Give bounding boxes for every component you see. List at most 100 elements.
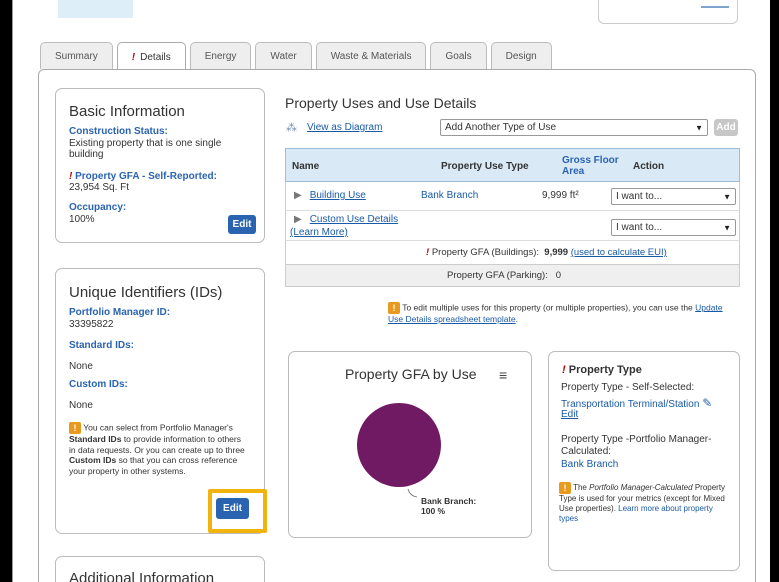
custom-use-details-link[interactable]: Custom Use Details (310, 214, 398, 225)
pie-chart (357, 403, 441, 498)
tab-summary[interactable]: Summary (40, 42, 113, 69)
tab-waste-materials[interactable]: Waste & Materials (315, 42, 427, 69)
note-bold: Custom IDs (69, 455, 117, 465)
info-icon: ! (388, 302, 400, 314)
action-select[interactable]: I want to... ▼ (611, 188, 736, 205)
standard-ids-label: Standard IDs: (69, 340, 135, 351)
view-as-diagram[interactable]: ⁂ View as Diagram (286, 121, 382, 134)
add-use-type-select[interactable]: Add Another Type of Use ▼ (440, 119, 708, 136)
select-value: I want to... (616, 222, 663, 233)
tab-bar: Summary ! Details Energy Water Waste & Ma… (40, 42, 556, 71)
note-text: You can select from Portfolio Manager's (83, 422, 233, 433)
gfa-buildings-row: ! Property GFA (Buildings): 9,999 (used … (285, 241, 740, 265)
card-title: Unique Identifiers (IDs) (69, 284, 223, 301)
pm-calculated-value[interactable]: Bank Branch (561, 459, 618, 470)
gfa-by-use-chart-card: Property GFA by Use ≡ Bank Branch: 100 % (288, 351, 532, 538)
property-type-edit-link[interactable]: Edit (561, 409, 578, 420)
col-type: Property Use Type (441, 160, 529, 172)
gfa-parking-label: Property GFA (Parking): (447, 270, 548, 281)
col-gfa: Gross Floor Area (562, 155, 619, 177)
gfa-self-reported-label: ! Property GFA - Self-Reported: (69, 171, 217, 182)
select-value: Add Another Type of Use (445, 122, 557, 133)
basic-information-card: Basic Information Construction Status: E… (55, 88, 265, 243)
tab-goals[interactable]: Goals (430, 42, 487, 69)
gfa-parking-row: Property GFA (Parking): 0 (285, 265, 740, 287)
additional-information-card: Additional Information (55, 556, 265, 582)
gfa-buildings-value: 9,999 (544, 247, 569, 258)
slice-label-connector (407, 488, 418, 498)
pie-slice-bank-branch (357, 403, 441, 487)
gfa-label-text: Property GFA - Self-Reported: (75, 171, 217, 182)
pm-id-label: Portfolio Manager ID: (69, 307, 171, 318)
use-type[interactable]: Bank Branch (421, 190, 478, 201)
property-type-note: ! The Portfolio Manager-Calculated Prope… (559, 482, 733, 524)
custom-ids-value: None (69, 400, 93, 411)
ids-help-note: ! You can select from Portfolio Manager'… (69, 422, 249, 476)
use-name: ▶ Custom Use Details (294, 214, 398, 225)
chevron-down-icon: ▼ (723, 223, 731, 232)
tab-label: Energy (204, 50, 237, 62)
info-icon: ! (69, 422, 81, 434)
table-row: ▶ Custom Use Details (Learn More) I want … (285, 211, 740, 241)
tab-label: Water (270, 50, 297, 62)
gfa-self-reported-value: 23,954 Sq. Ft (69, 182, 130, 193)
uses-table-header: Name Property Use Type Gross Floor Area … (285, 148, 740, 182)
tab-label: Goals (445, 50, 472, 62)
update-uses-note: ! To edit multiple uses for this propert… (388, 302, 740, 325)
construction-status-value: Existing property that is one single bui… (69, 138, 222, 160)
tab-label: Details (140, 51, 171, 63)
view-as-diagram-link[interactable]: View as Diagram (307, 122, 382, 133)
pencil-icon[interactable]: ✎ (702, 396, 712, 410)
tab-design[interactable]: Design (490, 42, 552, 69)
property-type-card: ! Property Type Property Type - Self-Sel… (548, 351, 740, 571)
building-use-link[interactable]: Building Use (310, 190, 366, 201)
occupancy-value: 100% (69, 214, 95, 225)
card-title: Basic Information (69, 103, 185, 120)
use-gfa: 9,999 ft² (542, 190, 579, 201)
standard-ids-value: None (69, 361, 93, 372)
col-name: Name (292, 160, 320, 172)
construction-status-label: Construction Status: (69, 126, 168, 137)
select-value: I want to... (616, 191, 663, 202)
tab-label: Summary (55, 50, 98, 62)
custom-ids-label: Custom IDs: (69, 379, 128, 390)
warning-icon: ! (69, 171, 73, 182)
col-action: Action (633, 160, 665, 172)
warning-icon: ! (131, 51, 136, 63)
learn-more-link[interactable]: (Learn More) (290, 227, 348, 238)
tab-energy[interactable]: Energy (189, 42, 252, 69)
slice-label-text: Bank Branch: (421, 496, 477, 506)
gfa-buildings: ! Property GFA (Buildings): 9,999 (used … (426, 247, 667, 258)
tab-label: Design (505, 50, 537, 62)
card-title: Additional Information (69, 570, 215, 582)
used-to-calculate-eui-link[interactable]: (used to calculate EUI) (571, 247, 667, 258)
slice-label: Bank Branch: 100 % (421, 496, 476, 516)
info-icon: ! (559, 482, 571, 494)
note-text: To edit multiple uses for this property … (402, 302, 693, 313)
tab-water[interactable]: Water (255, 42, 312, 69)
edit-button-highlight (208, 489, 267, 533)
diagram-icon: ⁂ (286, 122, 297, 134)
tab-label: Waste & Materials (330, 50, 412, 62)
property-type-title: ! Property Type (562, 364, 642, 376)
header-link[interactable] (701, 6, 729, 8)
use-name: ▶ Building Use (294, 190, 366, 201)
gfa-parking-value: 0 (555, 270, 562, 281)
note-italic: Portfolio Manager-Calculated (589, 483, 693, 493)
self-selected-label: Property Type - Self-Selected: (561, 382, 695, 393)
warning-icon: ! (562, 364, 566, 376)
tab-details[interactable]: ! Details (116, 42, 186, 71)
basic-info-edit-button[interactable]: Edit (228, 215, 256, 234)
property-type-link[interactable]: Transportation Terminal/Station (561, 399, 699, 410)
header-panel (598, 0, 738, 24)
expand-icon[interactable]: ▶ (294, 214, 302, 225)
title-text: Property Type (568, 364, 642, 376)
expand-icon[interactable]: ▶ (294, 190, 302, 201)
pm-id-value: 33395822 (69, 319, 114, 330)
slice-label-value: 100 % (421, 506, 446, 516)
gfa-parking: Property GFA (Parking): 0 (447, 270, 561, 281)
add-use-button[interactable]: Add (714, 119, 738, 136)
occupancy-label: Occupancy: (69, 202, 127, 213)
action-select[interactable]: I want to... ▼ (611, 219, 736, 236)
chevron-down-icon: ▼ (723, 192, 731, 201)
